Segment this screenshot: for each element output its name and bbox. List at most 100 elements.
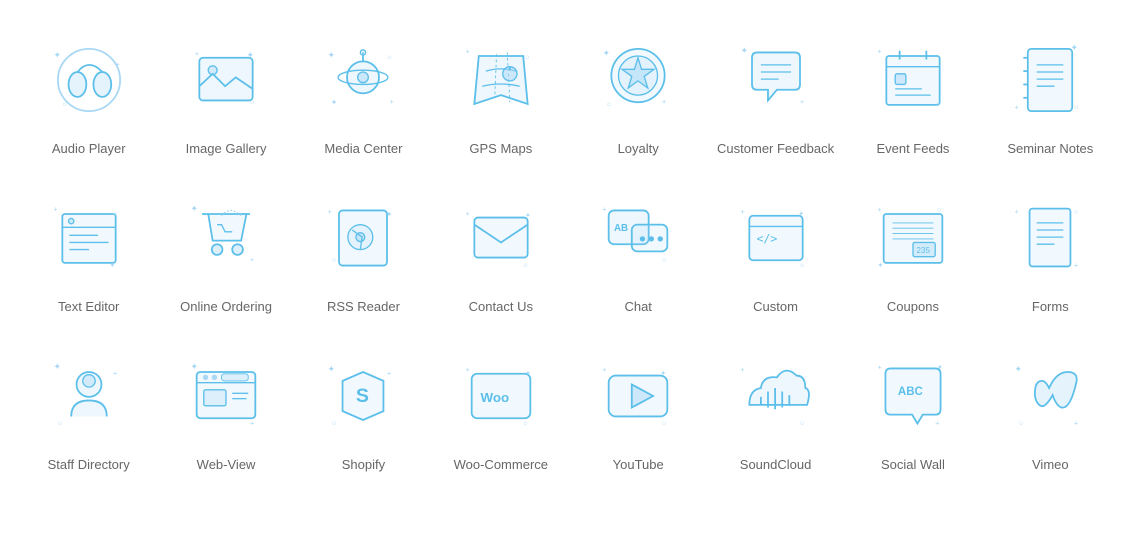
svg-text:✦: ✦	[525, 370, 531, 378]
svg-text:+: +	[603, 206, 607, 214]
coupons-icon: 235 + ○ ✦	[863, 188, 963, 288]
online-ordering-label: Online Ordering	[180, 298, 272, 316]
svg-text:✦: ✦	[937, 364, 943, 372]
web-view-icon: ✦ +	[176, 346, 276, 446]
chat-icon: AB + ○	[588, 188, 688, 288]
staff-directory-icon: ✦ + ○	[39, 346, 139, 446]
svg-text:+: +	[195, 50, 199, 58]
grid-item-custom[interactable]: </> + ○ ✦ Custom	[707, 178, 844, 326]
svg-text:+: +	[800, 98, 804, 106]
svg-text:+: +	[877, 206, 881, 214]
grid-item-contact-us[interactable]: + ○ ✦ Contact Us	[432, 178, 569, 326]
svg-text:✦: ✦	[53, 362, 61, 372]
svg-text:+: +	[662, 98, 666, 106]
svg-text:○: ○	[58, 420, 62, 428]
svg-text:○: ○	[800, 420, 804, 428]
svg-text:✦: ✦	[328, 364, 336, 374]
svg-text:○: ○	[935, 101, 939, 109]
svg-text:○: ○	[662, 256, 666, 264]
contact-us-label: Contact Us	[469, 298, 533, 316]
grid-item-text-editor[interactable]: + ✦ ○ Text Editor	[20, 178, 157, 326]
grid-item-audio-player[interactable]: ✦ + ○ Audio Player	[20, 20, 157, 168]
staff-directory-label: Staff Directory	[48, 456, 130, 474]
chat-label: Chat	[624, 298, 651, 316]
grid-item-customer-feedback[interactable]: ✦ + Customer Feedback	[707, 20, 844, 168]
grid-item-staff-directory[interactable]: ✦ + ○ Staff Directory	[20, 336, 157, 484]
svg-text:+: +	[387, 370, 391, 378]
grid-item-coupons[interactable]: 235 + ○ ✦ Coupons	[844, 178, 981, 326]
svg-text:✦: ✦	[660, 370, 666, 378]
svg-text:○: ○	[662, 420, 666, 428]
forms-icon: + + ○	[1000, 188, 1100, 288]
svg-text:○: ○	[113, 210, 117, 218]
svg-text:○: ○	[523, 262, 527, 270]
woo-commerce-icon: Woo + ✦ ○	[451, 346, 551, 446]
soundcloud-icon: + ○	[726, 346, 826, 446]
svg-text:○: ○	[332, 256, 336, 264]
svg-text:○: ○	[62, 101, 66, 109]
grid-item-youtube[interactable]: + ○ ✦ YouTube	[570, 336, 707, 484]
coupons-label: Coupons	[887, 298, 939, 316]
svg-text:✦: ✦	[740, 45, 748, 55]
svg-text:+: +	[53, 206, 57, 214]
customer-feedback-label: Customer Feedback	[717, 140, 834, 158]
grid-item-event-feeds[interactable]: + ○ Event Feeds	[844, 20, 981, 168]
svg-text:✦: ✦	[1015, 364, 1023, 374]
svg-text:✦: ✦	[328, 50, 336, 60]
youtube-icon: + ○ ✦	[588, 346, 688, 446]
grid-item-web-view[interactable]: ✦ + Web-View	[157, 336, 294, 484]
grid-item-seminar-notes[interactable]: ✦ + ○ Seminar Notes	[982, 20, 1119, 168]
gps-maps-label: GPS Maps	[469, 140, 532, 158]
svg-text:S: S	[356, 386, 369, 408]
grid-item-chat[interactable]: AB + ○ Chat	[570, 178, 707, 326]
media-center-label: Media Center	[324, 140, 402, 158]
audio-player-label: Audio Player	[52, 140, 126, 158]
loyalty-label: Loyalty	[618, 140, 659, 158]
svg-text:○: ○	[1074, 208, 1078, 216]
svg-text:+: +	[603, 366, 607, 374]
grid-item-soundcloud[interactable]: + ○ SoundCloud	[707, 336, 844, 484]
svg-text:+: +	[465, 47, 469, 55]
grid-item-shopify[interactable]: S ✦ + ○ Shopify	[295, 336, 432, 484]
grid-item-loyalty[interactable]: ✦ + ○ Loyalty	[570, 20, 707, 168]
svg-text:Woo: Woo	[480, 391, 509, 406]
svg-text:○: ○	[937, 206, 941, 214]
rss-reader-icon: + ● ○	[313, 188, 413, 288]
grid-item-vimeo[interactable]: ✦ + ○ Vimeo	[982, 336, 1119, 484]
grid-item-social-wall[interactable]: ABC + ✦ + Social Wall	[844, 336, 981, 484]
grid-item-rss-reader[interactable]: + ● ○ RSS Reader	[295, 178, 432, 326]
svg-text:+: +	[1074, 420, 1078, 428]
grid-item-gps-maps[interactable]: + ○ GPS Maps	[432, 20, 569, 168]
svg-text:+: +	[935, 420, 939, 428]
svg-text:○: ○	[607, 101, 611, 109]
svg-text:○: ○	[387, 54, 391, 62]
svg-text:✦: ✦	[603, 48, 611, 58]
image-gallery-label: Image Gallery	[186, 140, 267, 158]
grid-item-online-ordering[interactable]: ✦ + Online Ordering	[157, 178, 294, 326]
svg-text:✦: ✦	[53, 50, 61, 60]
svg-text:✦: ✦	[191, 362, 199, 372]
grid-item-woo-commerce[interactable]: Woo + ✦ ○ Woo-Commerce	[432, 336, 569, 484]
loyalty-icon: ✦ + ○	[588, 30, 688, 130]
svg-text:+: +	[877, 47, 881, 55]
image-gallery-icon: ✦ + ○	[176, 30, 276, 130]
svg-text:✦: ✦	[877, 262, 883, 270]
svg-text:</>: </>	[756, 232, 777, 246]
app-grid: ✦ + ○ Audio Player ✦ + ○ Image Gallery ✦…	[20, 20, 1119, 485]
vimeo-label: Vimeo	[1032, 456, 1069, 474]
grid-item-media-center[interactable]: ✦ + ● ○ Media Center	[295, 20, 432, 168]
text-editor-label: Text Editor	[58, 298, 119, 316]
svg-text:○: ○	[800, 262, 804, 270]
svg-text:+: +	[1015, 208, 1019, 216]
svg-text:○: ○	[523, 420, 527, 428]
seminar-notes-label: Seminar Notes	[1007, 140, 1093, 158]
grid-item-image-gallery[interactable]: ✦ + ○ Image Gallery	[157, 20, 294, 168]
customer-feedback-icon: ✦ +	[726, 30, 826, 130]
custom-icon: </> + ○ ✦	[726, 188, 826, 288]
youtube-label: YouTube	[613, 456, 664, 474]
svg-text:ABC: ABC	[898, 386, 924, 398]
grid-item-forms[interactable]: + + ○ Forms	[982, 178, 1119, 326]
event-feeds-label: Event Feeds	[876, 140, 949, 158]
svg-text:+: +	[328, 208, 332, 216]
gps-maps-icon: + ○	[451, 30, 551, 130]
